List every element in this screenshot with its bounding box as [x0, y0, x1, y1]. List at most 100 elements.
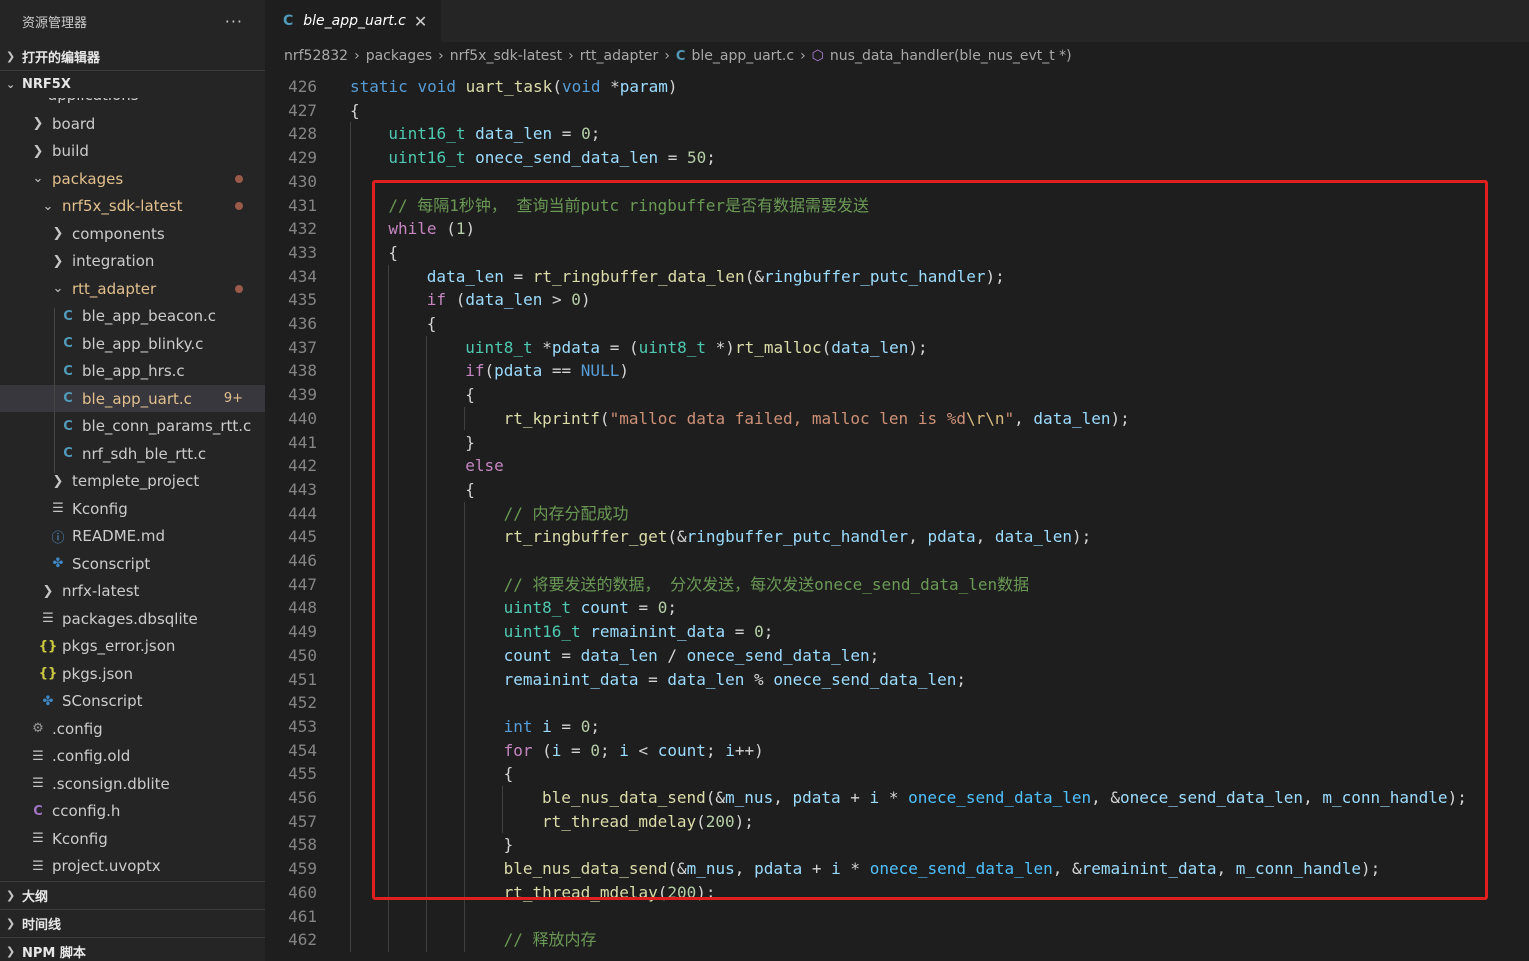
- code-token: i: [725, 740, 735, 760]
- code-line[interactable]: 427 {: [265, 99, 360, 123]
- code-line[interactable]: 458}: [265, 833, 513, 857]
- tree-item[interactable]: ❯ components: [0, 220, 265, 247]
- code-line[interactable]: 459 ble_nus_data_send(&m_nus, pdata + i *…: [265, 857, 1380, 881]
- code-line[interactable]: 431 // 每隔1秒钟， 查询当前putc ringbuffer是否有数据需要发…: [265, 194, 869, 218]
- breadcrumb-item[interactable]: rtt_adapter: [580, 48, 659, 64]
- tree-item-label: Kconfig: [52, 829, 108, 848]
- tree-item[interactable]: ❯ build: [0, 138, 265, 165]
- code-line[interactable]: 450 count = data_len / onece_send_data_le…: [265, 644, 879, 668]
- breadcrumb-symbol[interactable]: nus_data_handler(ble_nus_evt_t *): [830, 48, 1072, 64]
- code-line[interactable]: 436 {: [265, 312, 436, 336]
- breadcrumb-item[interactable]: nrf5x_sdk-latest: [450, 48, 562, 64]
- open-editors-section[interactable]: ❯ 打开的编辑器: [0, 42, 265, 70]
- code-token: /: [657, 645, 687, 665]
- tree-item[interactable]: ☰ .config.old: [0, 743, 265, 770]
- code-token: (&: [667, 527, 687, 547]
- code-line[interactable]: 433 {: [265, 241, 398, 265]
- tree-item-partial[interactable]: applications: [48, 98, 139, 104]
- code-line[interactable]: 446: [265, 549, 317, 573]
- code-token: onece_send_data_len: [773, 669, 957, 689]
- tree-item[interactable]: Cble_app_blinky.c: [0, 330, 265, 357]
- code-line[interactable]: 428 uint16_t data_len = 0;: [265, 122, 600, 146]
- code-line[interactable]: 432 while (1): [265, 217, 475, 241]
- tree-item[interactable]: ⌄ rtt_adapter: [0, 275, 265, 302]
- more-actions-icon[interactable]: ···: [225, 12, 243, 31]
- outline-section-header[interactable]: ❯ 时间线: [0, 909, 265, 937]
- code-token: data_len: [580, 645, 658, 665]
- tree-item[interactable]: ❯ templete_project: [0, 468, 265, 495]
- tree-item[interactable]: Cble_app_beacon.c: [0, 303, 265, 330]
- line-number: 456: [288, 788, 317, 807]
- code-line[interactable]: 426 static void uart_task(void *param): [265, 75, 677, 99]
- code-token: // 将要发送的数据， 分次发送，每次发送onece_send_data_len…: [503, 574, 1030, 594]
- code-token: onece_send_data_len: [1120, 788, 1304, 807]
- code-line[interactable]: 438 if(pdata == NULL): [265, 359, 629, 383]
- tree-item[interactable]: ⚙ .config: [0, 715, 265, 742]
- tree-item[interactable]: ❯ board: [0, 110, 265, 137]
- code-line[interactable]: 429 uint16_t onece_send_data_len = 50;: [265, 146, 716, 170]
- code-line[interactable]: 440 rt_kprintf("malloc data failed, mallo…: [265, 407, 1130, 431]
- tree-item[interactable]: Ccconfig.h: [0, 798, 265, 825]
- code-view[interactable]: 426 static void uart_task(void *param) 427…: [265, 74, 1529, 961]
- code-token: 0: [590, 740, 600, 760]
- code-line[interactable]: 430: [265, 170, 317, 194]
- tree-item[interactable]: ⌄ nrf5x_sdk-latest: [0, 193, 265, 220]
- code-line[interactable]: 455 {: [265, 762, 513, 786]
- tree-item[interactable]: ⓘ README.md: [0, 523, 265, 550]
- tree-item[interactable]: ❯ integration: [0, 248, 265, 275]
- code-line[interactable]: 449 uint16_t remainint_data = 0;: [265, 620, 773, 644]
- tree-item[interactable]: Cble_conn_params_rtt.c: [0, 413, 265, 440]
- text-file-icon: ☰: [32, 748, 44, 764]
- code-line[interactable]: 439 {: [265, 383, 475, 407]
- code-line[interactable]: 454 for (i = 0; i < count; i++): [265, 739, 764, 763]
- code-line[interactable]: 434 data_len = rt_ringbuffer_data_len(&ri…: [265, 265, 1005, 289]
- tree-item[interactable]: ☰ project.uvoptx: [0, 853, 265, 880]
- code-line[interactable]: 445 rt_ringbuffer_get(&ringbuffer_putc_ha…: [265, 525, 1091, 549]
- code-line[interactable]: 452: [265, 691, 317, 715]
- code-line[interactable]: 435 if (data_len > 0): [265, 288, 590, 312]
- code-text: {: [465, 383, 475, 407]
- code-line[interactable]: 457 rt_thread_mdelay(200);: [265, 810, 754, 834]
- tree-item[interactable]: ☰ Kconfig: [0, 495, 265, 522]
- tree-item[interactable]: Cble_app_hrs.c: [0, 358, 265, 385]
- tree-item[interactable]: ❯ nrfx-latest: [0, 578, 265, 605]
- tree-item[interactable]: ☰ .sconsign.dblite: [0, 770, 265, 797]
- tree-item[interactable]: ⌄ packages: [0, 165, 265, 192]
- chevron-down-icon: ⌄: [32, 171, 44, 186]
- code-line[interactable]: 453 int i = 0;: [265, 715, 600, 739]
- tree-item[interactable]: Cble_app_uart.c 9+: [0, 385, 265, 412]
- tree-item[interactable]: Cnrf_sdh_ble_rtt.c: [0, 440, 265, 467]
- tree-item[interactable]: {} pkgs.json: [0, 660, 265, 687]
- chevron-right-icon: ›: [438, 48, 444, 64]
- folder-section-header[interactable]: ⌄ NRF5X: [0, 70, 265, 98]
- close-icon[interactable]: ✕: [414, 12, 427, 31]
- code-line[interactable]: 444 // 内存分配成功: [265, 502, 628, 526]
- outline-section-header[interactable]: ❯ 大纲: [0, 881, 265, 909]
- code-line[interactable]: 460 rt_thread_mdelay(200);: [265, 881, 715, 905]
- breadcrumb-item[interactable]: packages: [366, 48, 432, 64]
- tree-item[interactable]: {} pkgs_error.json: [0, 633, 265, 660]
- tree-item[interactable]: ✤ SConscript: [0, 688, 265, 715]
- outline-section-header[interactable]: ❯ NPM 脚本: [0, 937, 265, 961]
- c-file-icon: C: [675, 48, 686, 64]
- code-line[interactable]: 441}: [265, 431, 475, 455]
- tree-item[interactable]: ✤ Sconscript: [0, 550, 265, 577]
- code-line[interactable]: 451 remainint_data = data_len % onece_sen…: [265, 668, 966, 692]
- code-line[interactable]: 456 ble_nus_data_send(&m_nus, pdata + i *…: [265, 786, 1467, 810]
- chevron-right-icon: ❯: [42, 583, 54, 599]
- tree-item[interactable]: ☰ packages.dbsqlite: [0, 605, 265, 632]
- code-line[interactable]: 462 // 释放内存: [265, 928, 596, 952]
- code-line[interactable]: 443 {: [265, 478, 475, 502]
- breadcrumb-item[interactable]: nrf52832: [284, 48, 348, 64]
- code-line[interactable]: 461: [265, 905, 317, 929]
- code-line[interactable]: 437 uint8_t *pdata = (uint8_t *)rt_malloc…: [265, 336, 928, 360]
- tree-item[interactable]: ☰ Kconfig: [0, 825, 265, 852]
- breadcrumb-file[interactable]: ble_app_uart.c: [691, 48, 794, 64]
- code-line[interactable]: 442 else: [265, 454, 504, 478]
- code-line[interactable]: 447 // 将要发送的数据， 分次发送，每次发送onece_send_data_…: [265, 573, 1029, 597]
- tree-item-label: rtt_adapter: [72, 279, 157, 298]
- tab-ble-app-uart[interactable]: C ble_app_uart.c ✕: [265, 0, 442, 42]
- c-file-icon: C: [63, 446, 73, 461]
- code-line[interactable]: 448 uint8_t count = 0;: [265, 596, 677, 620]
